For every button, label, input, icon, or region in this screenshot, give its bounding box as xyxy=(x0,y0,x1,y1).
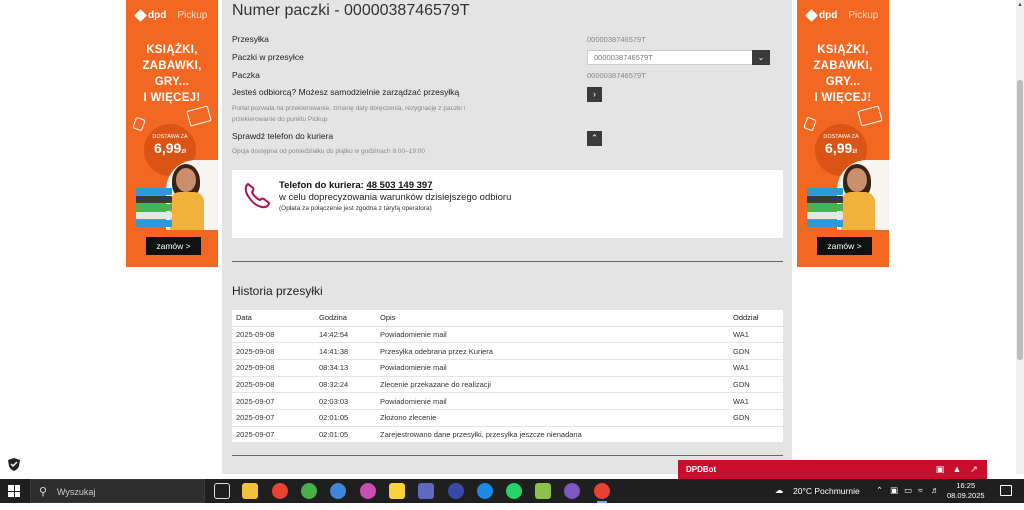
ad-photo xyxy=(126,160,218,230)
ad-brand: dpd Pickup xyxy=(805,9,878,22)
chevron-right-icon[interactable]: › xyxy=(587,87,602,102)
book-icon xyxy=(857,105,883,127)
system-clock[interactable]: 16:25 08.09.2025 xyxy=(947,481,985,501)
ad-headline: KSIĄŻKI, ZABAWKI, GRY... I WIĘCEJ! xyxy=(813,44,873,104)
chrome-icon[interactable] xyxy=(272,483,288,499)
courier-phone-number[interactable]: 48 503 149 397 xyxy=(366,180,432,191)
recipient-label: Jesteś odbiorcą? Możesz samodzielnie zar… xyxy=(232,87,460,97)
courier-phone-box: Telefon do kuriera: 48 503 149 397 w cel… xyxy=(232,170,783,238)
table-row: 2025-09-08 08:34:13 Powiadomienie mail W… xyxy=(232,359,783,377)
phone-check-desc: Opcja dostępna od poniedziałku do piątku… xyxy=(232,148,425,155)
task-view-icon[interactable] xyxy=(214,483,230,499)
wifi-icon[interactable]: ≈ xyxy=(918,485,923,509)
dpd-logo-icon xyxy=(134,9,147,22)
ad-order-button[interactable]: zamów > xyxy=(146,237,201,255)
history-title: Historia przesyłki xyxy=(232,284,323,298)
taskbar: ⚲ Wyszukaj ☁ 20°C Pochmurnie ⌃ ▣ ▭ ≈ ♬ 1… xyxy=(0,479,1024,503)
weather-icon[interactable]: ☁ xyxy=(775,485,784,509)
ad-headline: KSIĄŻKI, ZABAWKI, GRY... I WIĘCEJ! xyxy=(142,44,202,104)
chevron-up-icon[interactable]: ⌃ xyxy=(587,131,602,146)
tray-app-icon[interactable]: ▣ xyxy=(890,485,898,509)
chevron-down-icon[interactable]: ⌄ xyxy=(752,50,770,65)
tray-chevron-icon[interactable]: ⌃ xyxy=(876,485,883,509)
table-header-row: Data Godzina Opis Oddział xyxy=(232,310,783,327)
ad-order-button[interactable]: zamów > xyxy=(817,237,872,255)
ad-banner-left[interactable]: dpd Pickup KSIĄŻKI, ZABAWKI, GRY... I WI… xyxy=(126,0,218,267)
app-icon[interactable] xyxy=(301,483,317,499)
dpdbot-title: DPDBot xyxy=(686,465,717,474)
shipment-value: 0000038746579T xyxy=(587,35,646,44)
chrome-icon[interactable] xyxy=(594,483,610,499)
col-date: Data xyxy=(232,310,315,327)
phone-icon xyxy=(244,182,271,209)
shield-icon[interactable] xyxy=(8,458,20,471)
table-row: 2025-09-08 08:32:24 Zlecenie przekazane … xyxy=(232,376,783,394)
ad-brand: dpd Pickup xyxy=(134,9,207,22)
browser-page: dpd Pickup KSIĄŻKI, ZABAWKI, GRY... I WI… xyxy=(0,0,1024,474)
app-icon[interactable] xyxy=(535,483,551,499)
app-icon[interactable] xyxy=(360,483,376,499)
parcels-select[interactable]: 0000038746579T xyxy=(587,50,770,65)
book-icon xyxy=(186,105,212,127)
dpdbot-widget[interactable]: DPDBot ▣ ▲ ↗ xyxy=(678,460,987,480)
courier-note: (Opłata za połączenie jest zgodna z tary… xyxy=(279,205,432,212)
courier-subtitle: w celu doprecyzowania warunków dzisiejsz… xyxy=(279,192,512,203)
parcel-panel: Numer paczki - 0000038746579T Przesyłka … xyxy=(222,0,792,474)
file-explorer-icon[interactable] xyxy=(242,483,258,499)
battery-icon[interactable]: ▭ xyxy=(904,485,912,509)
ad-banner-right[interactable]: dpd Pickup KSIĄŻKI, ZABAWKI, GRY... I WI… xyxy=(797,0,889,267)
search-icon: ⚲ xyxy=(39,486,48,498)
dpd-logo-icon xyxy=(805,9,818,22)
whatsapp-icon[interactable] xyxy=(506,483,522,499)
notifications-icon[interactable] xyxy=(1000,485,1012,496)
volume-icon[interactable]: ♬ xyxy=(931,485,940,509)
table-row: 2025-09-08 14:42:54 Powiadomienie mail W… xyxy=(232,326,783,344)
weather-text[interactable]: 20°C Pochmurnie xyxy=(793,486,860,510)
parcel-value: 0000038746579T xyxy=(587,71,646,80)
star-icon xyxy=(132,116,146,132)
courier-phone-label: Telefon do kuriera: 48 503 149 397 xyxy=(279,180,433,191)
col-time: Godzina xyxy=(315,310,376,327)
ad-photo xyxy=(797,160,889,230)
app-icon[interactable] xyxy=(330,483,346,499)
app-icon[interactable] xyxy=(477,483,493,499)
col-description: Opis xyxy=(376,310,729,327)
table-row: 2025-09-07 02:01:05 Zarejestrowano dane … xyxy=(232,426,783,444)
page-scrollbar[interactable]: ▲ xyxy=(1016,0,1024,474)
parcel-label: Paczka xyxy=(232,70,260,80)
taskbar-search[interactable]: ⚲ Wyszukaj xyxy=(30,479,205,503)
minimize-icon[interactable]: ▣ xyxy=(935,464,945,474)
shipment-label: Przesyłka xyxy=(232,34,269,44)
bell-icon[interactable]: ▲ xyxy=(952,464,962,474)
parcels-label: Paczki w przesyłce xyxy=(232,52,304,62)
table-row: 2025-09-07 02:03:03 Powiadomienie mail W… xyxy=(232,392,783,410)
phone-check-label: Sprawdź telefon do kuriera xyxy=(232,131,334,141)
scroll-up-icon[interactable]: ▲ xyxy=(1017,2,1023,8)
app-icon[interactable] xyxy=(448,483,464,499)
scrollbar-thumb[interactable] xyxy=(1017,80,1023,360)
page-title: Numer paczki - 0000038746579T xyxy=(232,2,470,19)
app-icon[interactable] xyxy=(418,483,434,499)
history-table: Data Godzina Opis Oddział 2025-09-08 14:… xyxy=(232,310,783,444)
table-row: 2025-09-07 02:01:05 Złożono zlecenie GDN xyxy=(232,409,783,427)
table-row: 2025-09-08 14:41:38 Przesyłka odebrana p… xyxy=(232,342,783,360)
expand-icon[interactable]: ↗ xyxy=(969,464,979,474)
divider xyxy=(232,455,783,456)
recipient-desc: Portal pozwala na przekierowanie, zmianę… xyxy=(232,105,466,123)
divider xyxy=(232,261,783,262)
sticky-notes-icon[interactable] xyxy=(389,483,405,499)
star-icon xyxy=(803,116,817,132)
col-branch: Oddział xyxy=(729,310,783,327)
app-icon[interactable] xyxy=(564,483,580,499)
windows-start-icon[interactable] xyxy=(8,485,20,497)
